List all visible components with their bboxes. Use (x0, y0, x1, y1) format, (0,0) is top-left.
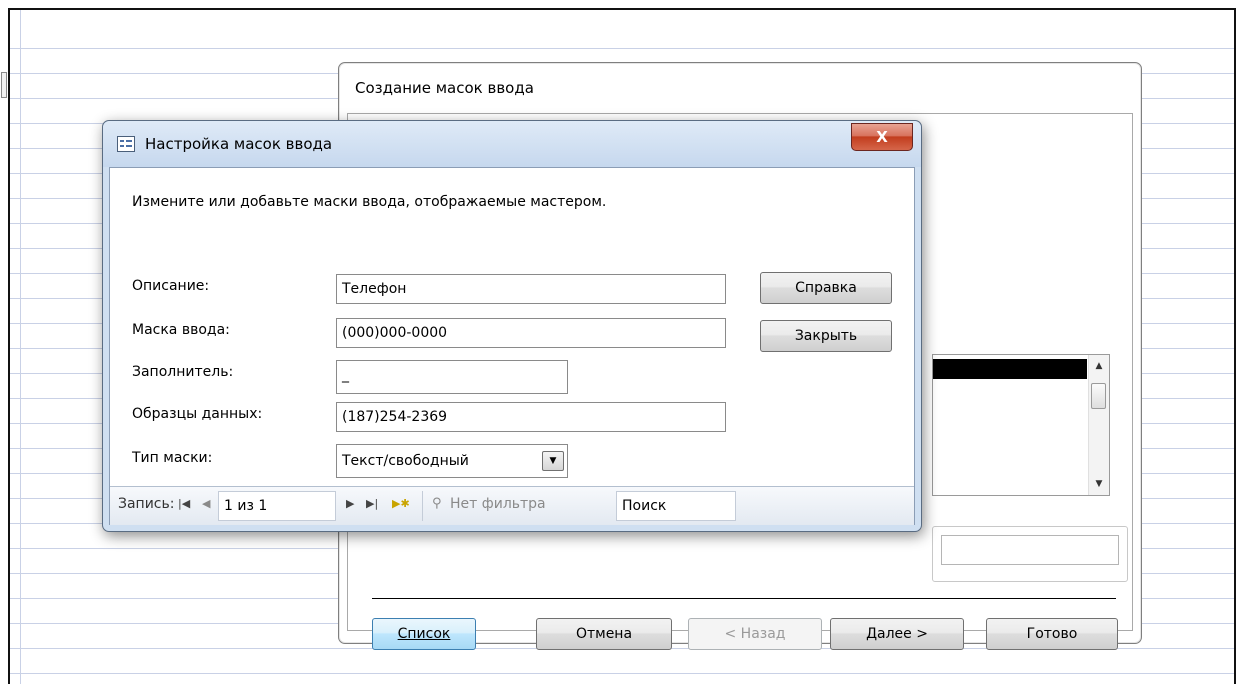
mask-label: Маска ввода: (132, 322, 230, 338)
placeholder-field[interactable]: _ (336, 360, 568, 394)
next-record-icon[interactable]: ▶ (346, 497, 354, 510)
next-button[interactable]: Далее > (830, 618, 964, 650)
placeholder-label: Заполнитель: (132, 364, 234, 380)
try-it-groupbox (932, 526, 1128, 582)
dropdown-arrow-icon[interactable]: ▼ (542, 451, 564, 471)
scroll-up-icon[interactable]: ▲ (1089, 357, 1109, 375)
selected-mask-row[interactable] (933, 359, 1087, 379)
mask-field[interactable]: (000)000-0000 (336, 318, 726, 348)
back-button[interactable]: < Назад (688, 618, 822, 650)
scroll-down-icon[interactable]: ▼ (1089, 475, 1109, 493)
help-button[interactable]: Справка (760, 272, 892, 304)
form-icon (117, 136, 135, 152)
close-button[interactable]: Закрыть (760, 320, 892, 352)
mask-type-value: Текст/свободный (342, 453, 469, 469)
scrollbar-thumb[interactable] (1091, 383, 1106, 409)
dialog-title: Настройка масок ввода (145, 135, 333, 153)
try-it-input[interactable] (941, 535, 1119, 565)
prev-record-icon[interactable]: ◀ (202, 497, 210, 510)
mask-list-scrollbar[interactable]: ▲ ▼ (1088, 355, 1109, 495)
record-label: Запись: (118, 496, 175, 512)
sample-data-label: Образцы данных: (132, 406, 263, 422)
customize-input-mask-dialog: Настройка масок ввода X Измените или доб… (102, 120, 922, 532)
instruction-text: Измените или добавьте маски ввода, отобр… (132, 194, 607, 210)
sheet-margin-line (20, 10, 21, 684)
close-icon[interactable]: X (851, 123, 913, 151)
dialog-titlebar[interactable]: Настройка масок ввода X (103, 121, 921, 167)
first-record-icon[interactable]: |◀ (178, 497, 190, 510)
sample-data-field[interactable]: (187)254-2369 (336, 402, 726, 432)
wizard-divider (372, 598, 1116, 599)
description-label: Описание: (132, 278, 210, 294)
list-button[interactable]: Список (372, 618, 476, 650)
new-record-icon[interactable]: ▶✱ (392, 497, 410, 510)
nav-separator (422, 491, 423, 521)
record-navigation-bar: Запись: |◀ ◀ 1 из 1 ▶ ▶| ▶✱ ⚲ Нет фильтр… (110, 486, 914, 525)
description-field[interactable]: Телефон (336, 274, 726, 304)
record-position-field[interactable]: 1 из 1 (218, 491, 336, 521)
mask-type-combobox[interactable]: Текст/свободный ▼ (336, 444, 568, 478)
filter-status[interactable]: Нет фильтра (450, 496, 546, 512)
search-input[interactable]: Поиск (616, 491, 736, 521)
last-record-icon[interactable]: ▶| (366, 497, 378, 510)
dialog-client-area: Измените или добавьте маски ввода, отобр… (109, 167, 915, 525)
wizard-title: Создание масок ввода (355, 79, 534, 97)
mask-type-label: Тип маски: (132, 450, 213, 466)
filter-icon[interactable]: ⚲ (432, 496, 442, 511)
list-button-label: Список (397, 626, 451, 642)
finish-button[interactable]: Готово (986, 618, 1118, 650)
row-selector-marker (1, 72, 7, 98)
mask-list[interactable]: ▲ ▼ (932, 354, 1110, 496)
cancel-button[interactable]: Отмена (536, 618, 672, 650)
